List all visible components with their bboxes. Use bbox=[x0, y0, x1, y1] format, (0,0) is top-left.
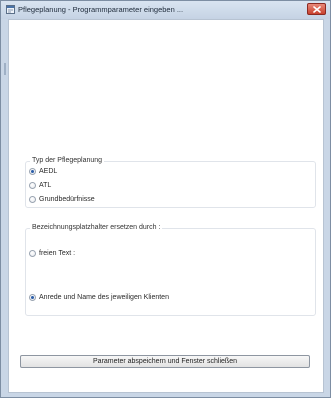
window-app-icon[interactable] bbox=[6, 5, 15, 14]
radio-button[interactable] bbox=[29, 181, 36, 189]
radio-label-free-text: freien Text : bbox=[39, 249, 76, 257]
radio-label-client-name: Anrede und Name des jeweiligen Klienten bbox=[39, 293, 169, 301]
radio-button[interactable] bbox=[29, 293, 36, 301]
plan-type-caption: Typ der Pflegeplanung bbox=[30, 157, 105, 164]
close-button[interactable] bbox=[307, 3, 326, 15]
radio-label-atl: ATL bbox=[39, 181, 52, 189]
save-and-close-button[interactable]: Parameter abspeichern und Fenster schlie… bbox=[20, 355, 310, 368]
radio-label-aedl: AEDL bbox=[39, 167, 58, 175]
radio-free-text[interactable]: freien Text : bbox=[29, 248, 75, 258]
radio-grundbeduerfnisse[interactable]: Grundbedürfnisse bbox=[29, 194, 95, 204]
radio-aedl[interactable]: AEDL bbox=[29, 166, 57, 176]
placeholder-caption: Bezeichnungsplatzhalter ersetzen durch : bbox=[30, 224, 163, 231]
plan-type-group: Typ der Pflegeplanung AEDL ATL Grundbedü… bbox=[25, 157, 316, 208]
window-title: Pflegeplanung - Programmparameter eingeb… bbox=[18, 5, 184, 14]
close-icon bbox=[313, 6, 321, 13]
radio-label-grundbeduerfnisse: Grundbedürfnisse bbox=[39, 195, 95, 203]
radio-atl[interactable]: ATL bbox=[29, 180, 51, 190]
dialog-content: Typ der Pflegeplanung AEDL ATL Grundbedü… bbox=[8, 19, 324, 393]
title-bar[interactable]: Pflegeplanung - Programmparameter eingeb… bbox=[1, 1, 330, 19]
window-edge-marker bbox=[4, 63, 6, 75]
window: Pflegeplanung - Programmparameter eingeb… bbox=[0, 0, 331, 398]
radio-button[interactable] bbox=[29, 167, 36, 175]
placeholder-group: Bezeichnungsplatzhalter ersetzen durch :… bbox=[25, 224, 316, 316]
radio-button[interactable] bbox=[29, 195, 36, 203]
radio-client-name[interactable]: Anrede und Name des jeweiligen Klienten bbox=[29, 292, 169, 302]
radio-button[interactable] bbox=[29, 249, 36, 257]
